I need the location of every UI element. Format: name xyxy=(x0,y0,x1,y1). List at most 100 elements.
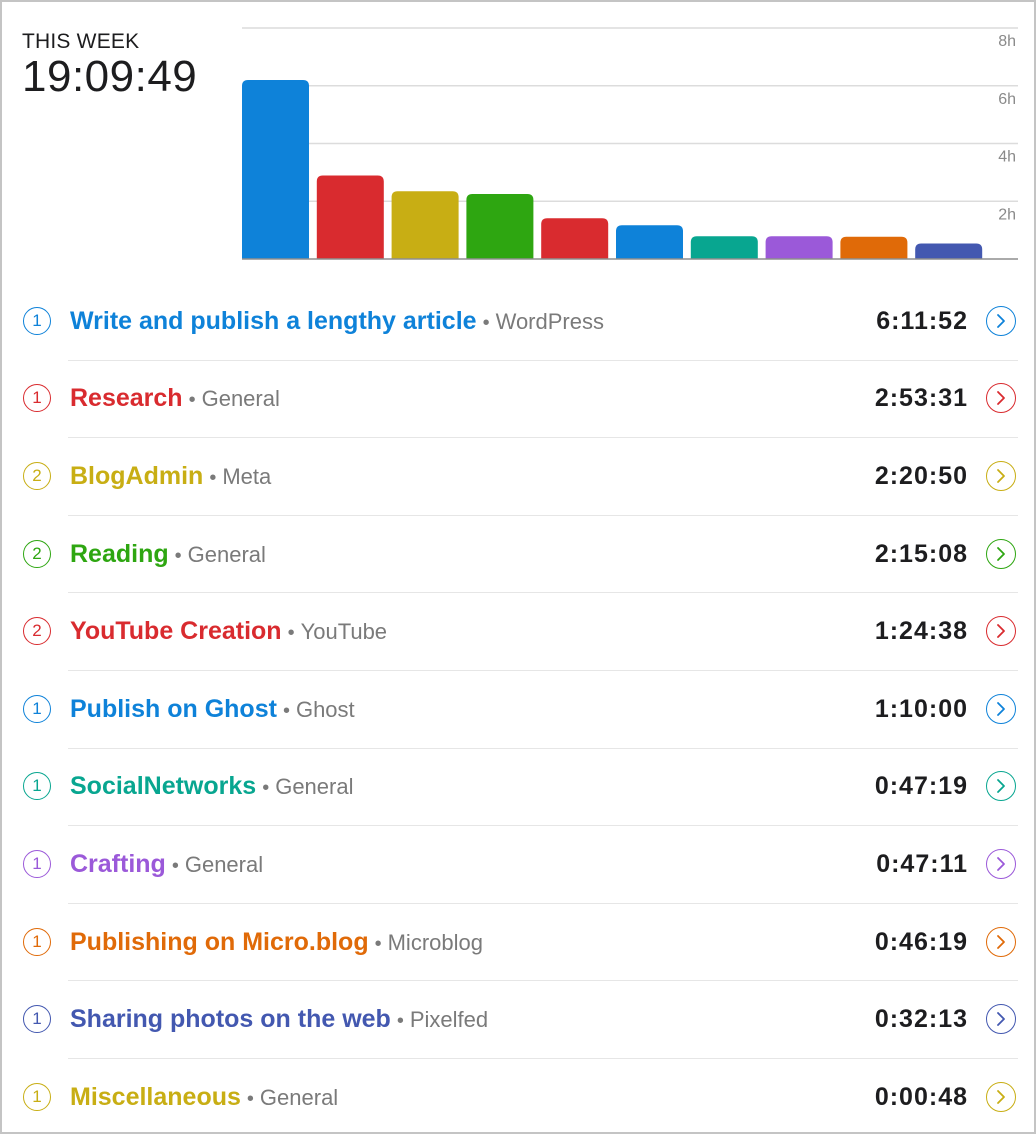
bar-2: Research xyxy=(316,175,384,259)
activity-title: Sharing photos on the web xyxy=(70,1005,391,1034)
activity-title-group: Crafting • General xyxy=(70,850,263,879)
chevron-right-circle-icon[interactable] xyxy=(986,693,1016,724)
activity-row[interactable]: 1 Crafting • General 0:47:11 xyxy=(2,826,1034,904)
separator-dot: • xyxy=(262,777,270,800)
activity-title: SocialNetworks xyxy=(70,772,257,801)
activity-title-group: Reading • General xyxy=(70,539,266,568)
activity-duration: 0:00:48 xyxy=(874,1082,968,1111)
activity-row[interactable]: 1 Write and publish a lengthy article • Wor… xyxy=(2,283,1034,361)
y-tick-label: 4h xyxy=(998,149,1016,166)
chevron-right-circle-icon[interactable] xyxy=(986,926,1016,957)
session-count-badge: 2 xyxy=(23,539,51,568)
chevron-right-circle-icon[interactable] xyxy=(986,848,1016,879)
chevron-right-circle-icon[interactable] xyxy=(986,538,1016,569)
separator-dot: • xyxy=(246,1087,254,1110)
activity-duration: 1:24:38 xyxy=(874,617,968,646)
y-tick-label: 2h xyxy=(998,206,1016,223)
activity-title: Reading xyxy=(70,539,169,568)
activity-title: Publish on Ghost xyxy=(70,694,277,723)
activity-title-group: YouTube Creation • YouTube xyxy=(70,617,387,646)
activity-duration: 1:10:00 xyxy=(874,694,968,723)
chevron-right-circle-icon[interactable] xyxy=(986,616,1016,647)
separator-dot: • xyxy=(396,1010,404,1033)
activity-duration: 0:32:13 xyxy=(874,1005,968,1034)
activity-duration: 2:53:31 xyxy=(874,384,968,413)
chevron-right-circle-icon[interactable] xyxy=(986,460,1016,491)
total-time: 19:09:49 xyxy=(22,52,198,101)
activity-title-group: Research • General xyxy=(70,384,280,413)
activity-row[interactable]: 1 Miscellaneous • General 0:00:48 xyxy=(2,1059,1034,1137)
activity-title-group: Publishing on Micro.blog • Microblog xyxy=(70,927,483,956)
activity-row[interactable]: 2 YouTube Creation • YouTube 1:24:38 xyxy=(2,593,1034,671)
activity-row[interactable]: 1 SocialNetworks • General 0:47:19 xyxy=(2,749,1034,827)
separator-dot: • xyxy=(188,389,196,412)
activity-row[interactable]: 2 Reading • General 2:15:08 xyxy=(2,516,1034,594)
chevron-right-circle-icon[interactable] xyxy=(986,1004,1016,1035)
activity-group: General xyxy=(275,774,354,800)
bar-10: Sharing photos on the web xyxy=(915,243,983,259)
activity-title: Miscellaneous xyxy=(70,1082,241,1111)
session-count-badge: 1 xyxy=(23,849,51,878)
bar-1: Write and publish a lengthy article xyxy=(242,80,309,259)
session-count-badge: 1 xyxy=(23,772,51,801)
session-count-badge: 1 xyxy=(23,694,51,723)
separator-dot: • xyxy=(171,854,179,877)
activity-duration: 0:46:19 xyxy=(874,927,968,956)
bar-9: Publishing on Micro.blog xyxy=(840,236,908,259)
bar-8: Crafting xyxy=(765,236,833,259)
activity-group: YouTube xyxy=(300,619,388,645)
weekly-summary-panel: THIS WEEK 19:09:49 2h 4h 6h 8h Write and pub… xyxy=(0,0,1036,1134)
session-count-badge: 2 xyxy=(23,461,51,490)
separator-dot: • xyxy=(209,466,217,489)
activity-duration: 0:47:11 xyxy=(876,849,968,878)
session-count-badge: 1 xyxy=(23,1082,51,1111)
activity-title: Crafting xyxy=(70,849,166,878)
session-count-badge: 1 xyxy=(23,927,51,956)
separator-dot: • xyxy=(282,699,290,722)
activity-title: Research xyxy=(70,384,183,413)
session-count-badge: 2 xyxy=(23,617,51,646)
activity-group: General xyxy=(187,541,266,567)
activity-group: General xyxy=(201,386,280,412)
y-tick-label: 6h xyxy=(998,91,1016,108)
activity-group: Pixelfed xyxy=(409,1007,489,1033)
activity-row[interactable]: 1 Publishing on Micro.blog • Microblog 0:46:… xyxy=(2,904,1034,982)
activity-duration: 2:20:50 xyxy=(874,461,968,490)
activity-group: WordPress xyxy=(495,308,604,334)
activity-group: Meta xyxy=(222,463,272,489)
bar-3: BlogAdmin xyxy=(391,191,459,259)
activity-row[interactable]: 1 Research • General 2:53:31 xyxy=(2,361,1034,439)
activity-title-group: Write and publish a lengthy article • Word… xyxy=(70,307,604,336)
y-tick-label: 8h xyxy=(998,33,1016,50)
activity-title-group: SocialNetworks • General xyxy=(70,772,353,801)
activity-duration: 6:11:52 xyxy=(876,306,968,335)
chevron-right-circle-icon[interactable] xyxy=(986,305,1016,336)
activity-row[interactable]: 1 Publish on Ghost • Ghost 1:10:00 xyxy=(2,671,1034,749)
session-count-badge: 1 xyxy=(23,384,51,413)
activity-row[interactable]: 2 BlogAdmin • Meta 2:20:50 xyxy=(2,438,1034,516)
activity-title: YouTube Creation xyxy=(70,617,282,646)
separator-dot: • xyxy=(482,311,490,334)
activity-duration: 2:15:08 xyxy=(874,539,968,568)
separator-dot: • xyxy=(374,932,382,955)
bar-7: SocialNetworks xyxy=(690,236,758,259)
period-label: THIS WEEK xyxy=(22,30,140,53)
chevron-right-circle-icon[interactable] xyxy=(986,771,1016,802)
chevron-right-circle-icon[interactable] xyxy=(986,383,1016,414)
activity-title-group: Publish on Ghost • Ghost xyxy=(70,695,355,724)
activity-row[interactable]: 1 Sharing photos on the web • Pixelfed 0:32:… xyxy=(2,981,1034,1059)
time-bar-chart: 2h 4h 6h 8h Write and publish a lengthy arti… xyxy=(240,22,1020,267)
activity-group: General xyxy=(259,1084,339,1110)
activity-title: Write and publish a lengthy article xyxy=(70,306,477,335)
activity-title-group: BlogAdmin • Meta xyxy=(70,462,271,491)
activity-duration: 0:47:19 xyxy=(874,772,968,801)
chevron-right-circle-icon[interactable] xyxy=(986,1081,1016,1112)
activity-list: 1 Write and publish a lengthy article • Wor… xyxy=(2,283,1034,1137)
bar-5: YouTube Creation xyxy=(541,218,609,259)
activity-title: Publishing on Micro.blog xyxy=(70,927,369,956)
session-count-badge: 1 xyxy=(23,1005,51,1034)
session-count-badge: 1 xyxy=(23,306,51,335)
separator-dot: • xyxy=(287,622,295,645)
summary-header: THIS WEEK 19:09:49 xyxy=(22,30,197,102)
bar-4: Reading xyxy=(466,193,534,259)
